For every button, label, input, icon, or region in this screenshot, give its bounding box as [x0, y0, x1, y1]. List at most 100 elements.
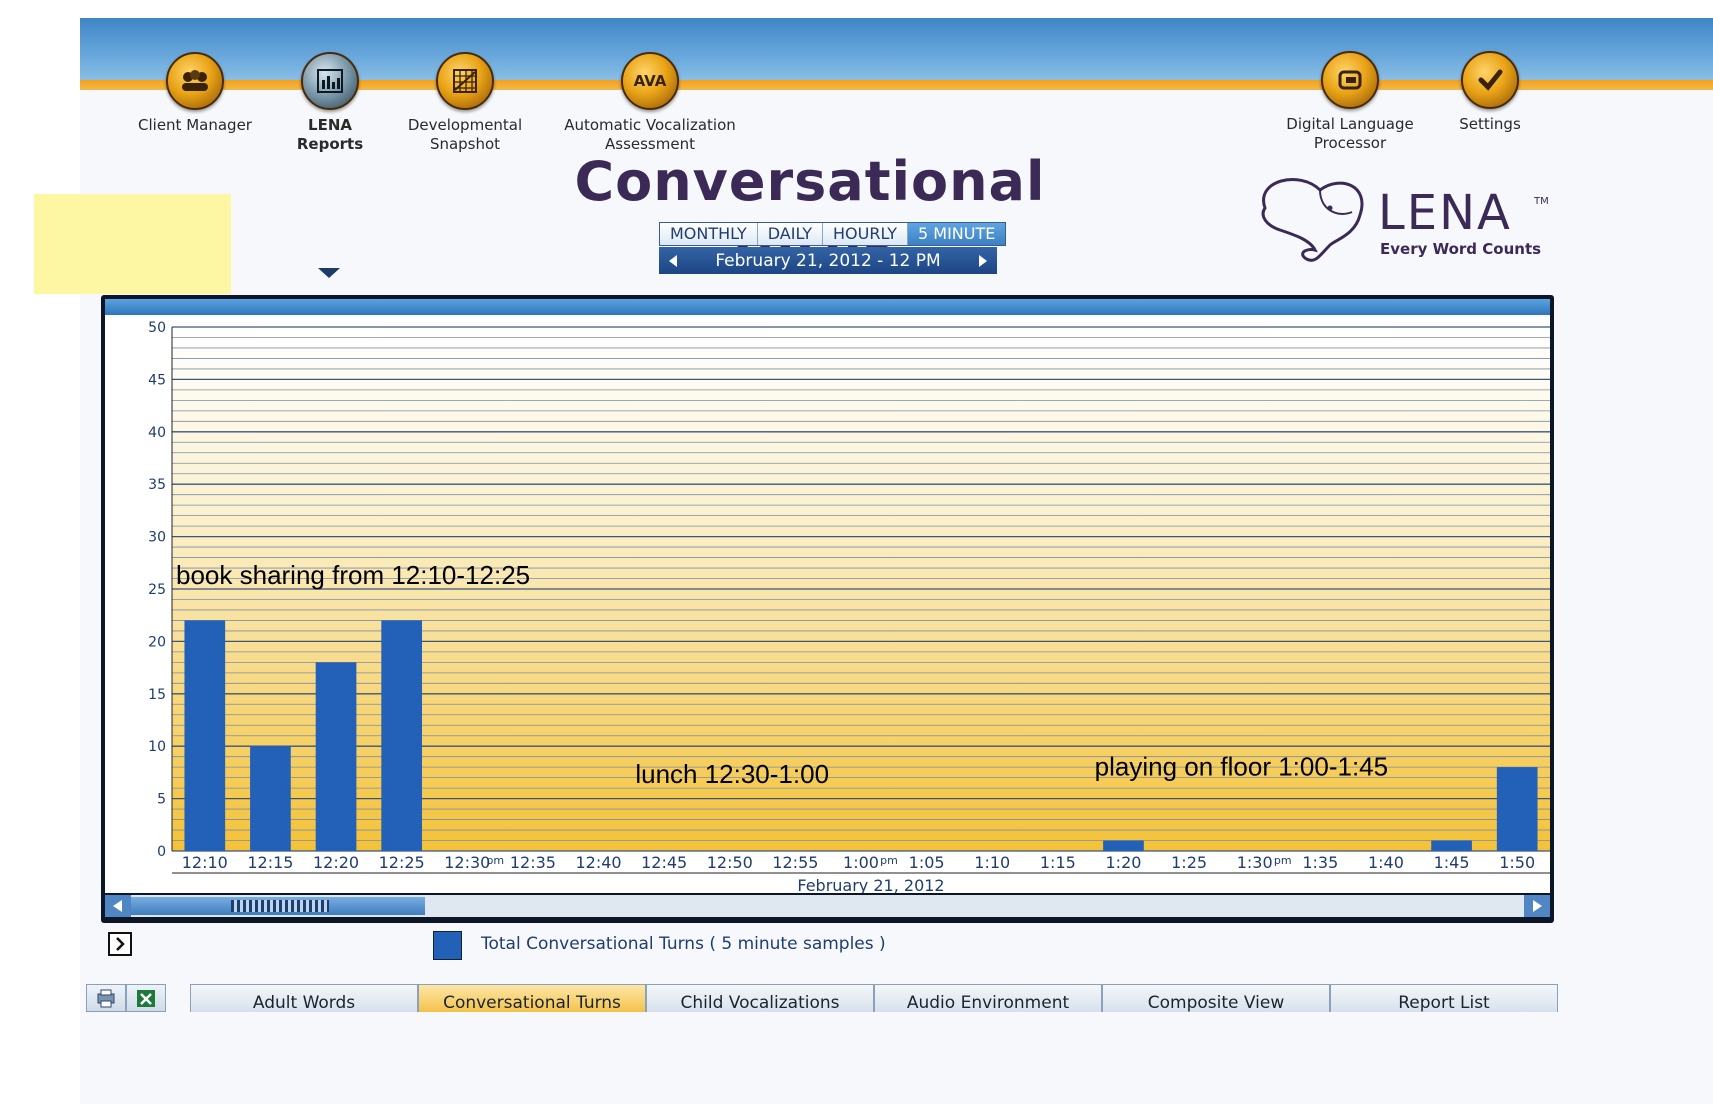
scrollbar-grip	[231, 900, 329, 912]
view-period-tabs: MONTHLY DAILY HOURLY 5 MINUTE	[659, 222, 1007, 246]
y-tick-label: 40	[148, 425, 166, 441]
tab-child-vocalizations[interactable]: Child Vocalizations	[646, 984, 874, 1012]
x-tick-label: 12:40	[575, 853, 621, 872]
nav-label-line1: Digital Language	[1286, 115, 1414, 133]
print-button[interactable]	[86, 984, 126, 1012]
tab-composite-view[interactable]: Composite View	[1102, 984, 1330, 1012]
horizontal-scrollbar[interactable]	[105, 895, 1550, 917]
triangle-right-icon	[979, 254, 987, 267]
x-tick-label: 12:45	[641, 853, 687, 872]
nav-automatic-vocalization-assessment[interactable]: AVA Automatic Vocalization Assessment	[560, 52, 740, 154]
ava-icon: AVA	[621, 52, 679, 110]
tab-daily[interactable]: DAILY	[757, 223, 823, 245]
print-icon	[97, 989, 115, 1008]
x-tick-label: 1:10	[974, 853, 1010, 872]
redacted-client-name-box	[34, 194, 231, 294]
chart-panel: 0 5 10 15 20 25 30 35 40 45 50 12:10 12:15 12:20 12:25…	[101, 295, 1554, 923]
y-tick-label: 5	[157, 792, 166, 808]
x-tick-label: 12:30	[444, 853, 490, 872]
chevron-right-icon	[116, 937, 125, 951]
chart-area: 0 5 10 15 20 25 30 35 40 45 50 12:10 12:15 12:20 12:25…	[105, 315, 1550, 893]
triangle-left-icon	[669, 254, 677, 267]
bar-12:10	[184, 620, 226, 851]
y-tick-label: 20	[148, 634, 166, 650]
dlp-icon	[1321, 51, 1379, 109]
nav-settings[interactable]: Settings	[1440, 51, 1540, 134]
x-tick-label: 12:15	[247, 853, 293, 872]
bar-1:45	[1431, 840, 1472, 851]
conversational-turns-chart: 0 5 10 15 20 25 30 35 40 45 50 12:10 12:15 12:20 12:25…	[148, 320, 1550, 893]
trademark-symbol: TM	[1534, 196, 1549, 207]
x-tick-label: 12:10	[182, 853, 228, 872]
nav-label: Settings	[1459, 115, 1521, 133]
nav-lena-reports[interactable]: LENA Reports	[280, 52, 380, 154]
x-axis-label: February 21, 2012	[797, 876, 944, 893]
tab-audio-environment[interactable]: Audio Environment	[874, 984, 1102, 1012]
pm-marker: pm	[880, 854, 898, 867]
bar-1:20	[1103, 840, 1144, 851]
nav-developmental-snapshot[interactable]: Developmental Snapshot	[400, 52, 530, 154]
nav-label-line1: Developmental	[407, 116, 523, 134]
nav-label-line2: Reports	[296, 135, 364, 153]
x-tick-label: 1:15	[1040, 853, 1076, 872]
x-tick-label: 12:55	[772, 853, 818, 872]
x-tick-label: 1:00	[843, 853, 879, 872]
bar-12:20	[315, 662, 357, 851]
nav-label: Client Manager	[138, 116, 252, 134]
reports-icon	[301, 52, 359, 110]
x-tick-label: 1:30	[1237, 853, 1273, 872]
tab-monthly[interactable]: MONTHLY	[660, 223, 758, 245]
lena-wordmark: LENA	[1378, 185, 1512, 241]
client-manager-icon	[166, 52, 224, 110]
tab-5-minute[interactable]: 5 MINUTE	[908, 223, 1006, 245]
nav-label-line2: Processor	[1313, 134, 1387, 152]
triangle-right-icon	[1533, 900, 1542, 912]
nav-digital-language-processor[interactable]: Digital Language Processor	[1280, 51, 1420, 153]
client-dropdown-chevron-icon[interactable]	[318, 268, 340, 278]
current-date-label: February 21, 2012 - 12 PM	[715, 250, 941, 271]
x-tick-label: 1:25	[1171, 853, 1207, 872]
date-prev-button[interactable]	[659, 247, 687, 274]
x-tick-label: 1:40	[1368, 853, 1404, 872]
tab-report-list[interactable]: Report List	[1330, 984, 1558, 1012]
x-tick-label: 1:50	[1499, 853, 1535, 872]
x-tick-label: 12:25	[379, 853, 425, 872]
report-tab-bar: Adult Words Conversational Turns Child V…	[86, 984, 1713, 1012]
scroll-right-button[interactable]	[1524, 895, 1550, 917]
x-tick-label: 12:20	[313, 853, 359, 872]
nav-client-manager[interactable]: Client Manager	[135, 52, 255, 135]
pm-marker: pm	[1274, 854, 1292, 867]
tab-conversational-turns[interactable]: Conversational Turns	[418, 984, 646, 1012]
y-tick-label: 45	[148, 372, 166, 388]
expand-panel-button[interactable]	[108, 932, 132, 956]
legend-swatch	[433, 931, 462, 960]
tab-hourly[interactable]: HOURLY	[823, 223, 909, 245]
settings-check-icon	[1461, 51, 1519, 109]
nav-label-line1: LENA	[308, 116, 352, 134]
legend-label: Total Conversational Turns ( 5 minute sa…	[481, 934, 886, 954]
chart-top-bar	[105, 299, 1550, 315]
scrollbar-thumb[interactable]	[131, 897, 425, 915]
x-tick-label: 1:05	[909, 853, 945, 872]
tab-adult-words[interactable]: Adult Words	[190, 984, 418, 1012]
date-next-button[interactable]	[969, 247, 997, 274]
y-tick-label: 0	[157, 844, 166, 860]
snapshot-icon	[436, 52, 494, 110]
x-tick-label: 1:20	[1106, 853, 1142, 872]
y-tick-label: 35	[148, 477, 166, 493]
nav-label-line1: Automatic Vocalization	[564, 116, 736, 134]
scroll-left-button[interactable]	[105, 895, 131, 917]
pm-marker: pm	[486, 854, 504, 867]
x-tick-label: 1:35	[1302, 853, 1338, 872]
excel-export-button[interactable]	[126, 984, 166, 1012]
bar-12:25	[381, 620, 423, 851]
ava-badge: AVA	[633, 72, 667, 90]
y-tick-label: 10	[148, 739, 166, 755]
y-tick-label: 50	[148, 320, 166, 336]
y-tick-label: 30	[148, 530, 166, 546]
brand-tagline: Every Word Counts	[1380, 240, 1542, 258]
x-tick-label: 1:45	[1434, 853, 1470, 872]
y-tick-label: 15	[148, 687, 166, 703]
chart-annotation: lunch 12:30-1:00	[635, 759, 829, 789]
bar-1:50	[1496, 767, 1538, 851]
